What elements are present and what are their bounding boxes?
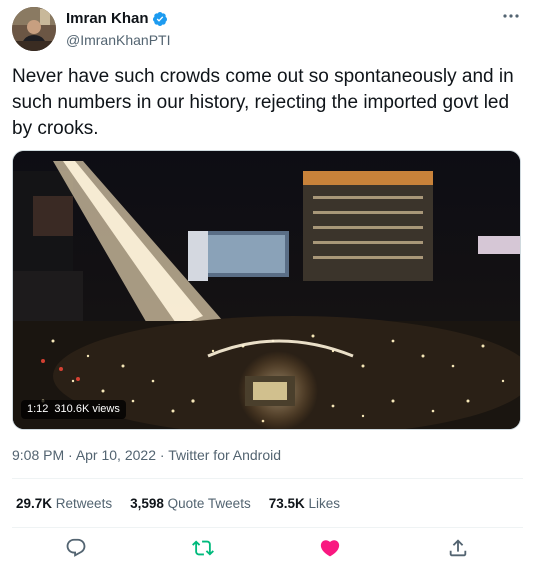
engagement-stats: 29.7K Retweets 3,598 Quote Tweets 73.5K … — [16, 495, 340, 512]
retweet-icon[interactable] — [192, 537, 214, 559]
tweet-time[interactable]: 9:08 PM — [12, 447, 64, 463]
share-icon[interactable] — [447, 537, 469, 559]
author-handle[interactable]: @ImranKhanPTI — [66, 32, 170, 49]
tweet-text: Never have such crowds come out so spont… — [12, 66, 514, 139]
more-icon[interactable] — [499, 6, 523, 26]
likes-count: 73.5K — [268, 496, 305, 511]
quotes-count: 3,598 — [130, 496, 164, 511]
tweet-date[interactable]: Apr 10, 2022 — [76, 447, 156, 463]
video-player[interactable] — [12, 150, 521, 430]
divider — [12, 527, 523, 528]
video-stats-badge: 1:12 310.6K views — [21, 400, 126, 419]
reply-icon[interactable] — [65, 537, 87, 559]
video-thumbnail — [13, 151, 520, 429]
video-views: 310.6K views — [54, 403, 120, 415]
avatar[interactable] — [12, 7, 56, 51]
action-bar — [0, 537, 535, 559]
likes-label: Likes — [308, 496, 341, 511]
divider — [12, 478, 523, 479]
tweet-source[interactable]: Twitter for Android — [168, 447, 281, 463]
display-name[interactable]: Imran Khan — [66, 10, 149, 28]
video-duration: 1:12 — [27, 403, 49, 415]
tweet-meta: 9:08 PM · Apr 10, 2022 · Twitter for And… — [12, 447, 281, 464]
verified-badge-icon — [152, 11, 168, 27]
heart-icon[interactable] — [319, 537, 341, 559]
quotes-stat[interactable]: 3,598 Quote Tweets — [130, 495, 251, 512]
tweet: Imran Khan @ImranKhanPTI Never have such… — [0, 0, 535, 564]
author-name-row[interactable]: Imran Khan — [66, 10, 170, 28]
author-block: Imran Khan @ImranKhanPTI — [66, 10, 170, 49]
meta-separator: · — [159, 447, 169, 463]
retweets-label: Retweets — [55, 496, 113, 511]
retweets-stat[interactable]: 29.7K Retweets — [16, 495, 112, 512]
retweets-count: 29.7K — [16, 496, 53, 511]
meta-separator: · — [68, 447, 76, 463]
likes-stat[interactable]: 73.5K Likes — [269, 495, 340, 512]
quotes-label: Quote Tweets — [167, 496, 251, 511]
